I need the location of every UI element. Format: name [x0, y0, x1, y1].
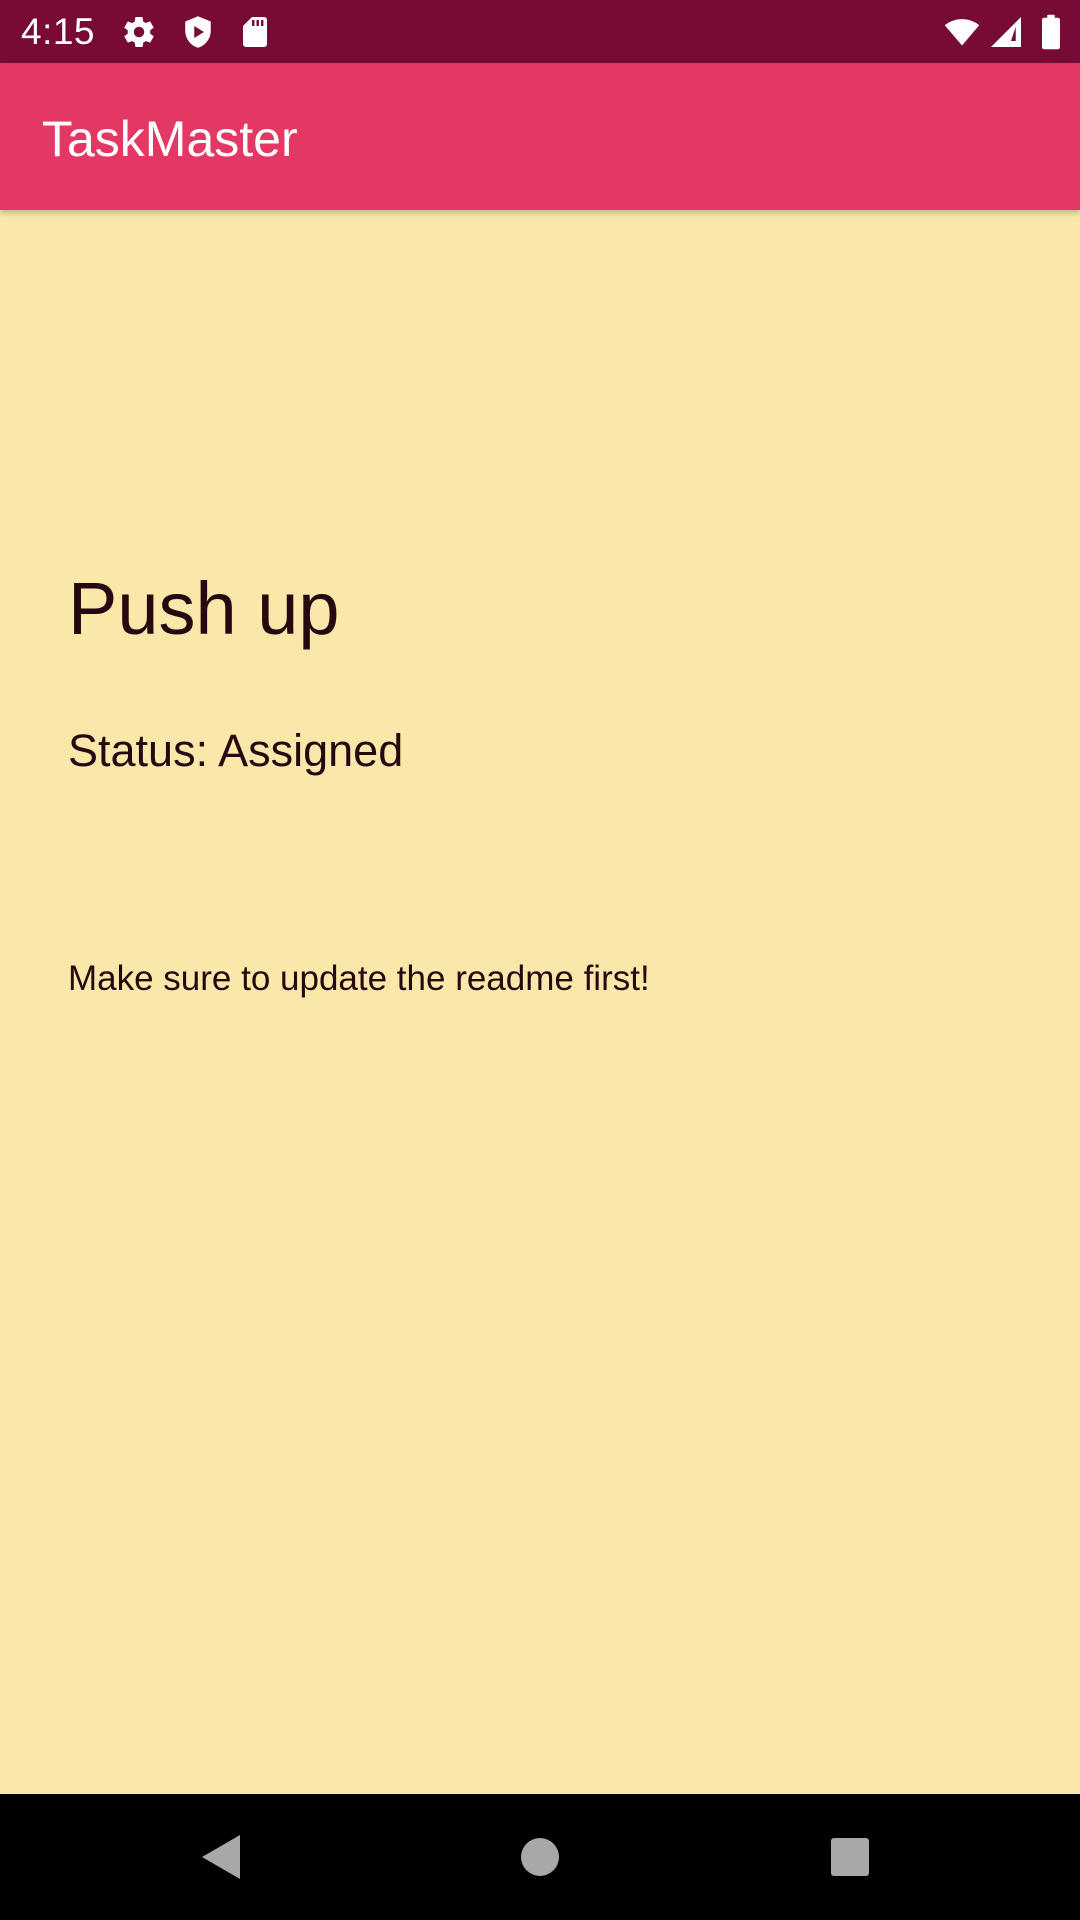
battery-icon: [1039, 14, 1063, 50]
recents-icon[interactable]: [820, 1827, 880, 1887]
task-body: Make sure to update the readme first!: [68, 959, 650, 998]
app-bar: TaskMaster: [0, 63, 1080, 210]
task-title: Push up: [68, 567, 340, 650]
settings-gear-icon: [121, 14, 157, 50]
navigation-bar: [0, 1794, 1080, 1920]
home-icon[interactable]: [510, 1827, 570, 1887]
shield-icon: [180, 14, 216, 50]
cell-signal-icon: [988, 14, 1024, 50]
back-icon[interactable]: [196, 1827, 256, 1887]
task-detail: Push up Status: Assigned Make sure to up…: [0, 210, 1080, 1794]
status-bar: 4:15: [0, 0, 1080, 63]
task-status: Status: Assigned: [68, 725, 404, 776]
status-time: 4:15: [21, 11, 96, 52]
sd-card-icon: [237, 14, 273, 50]
app-title: TaskMaster: [42, 111, 298, 167]
wifi-icon: [942, 14, 982, 50]
